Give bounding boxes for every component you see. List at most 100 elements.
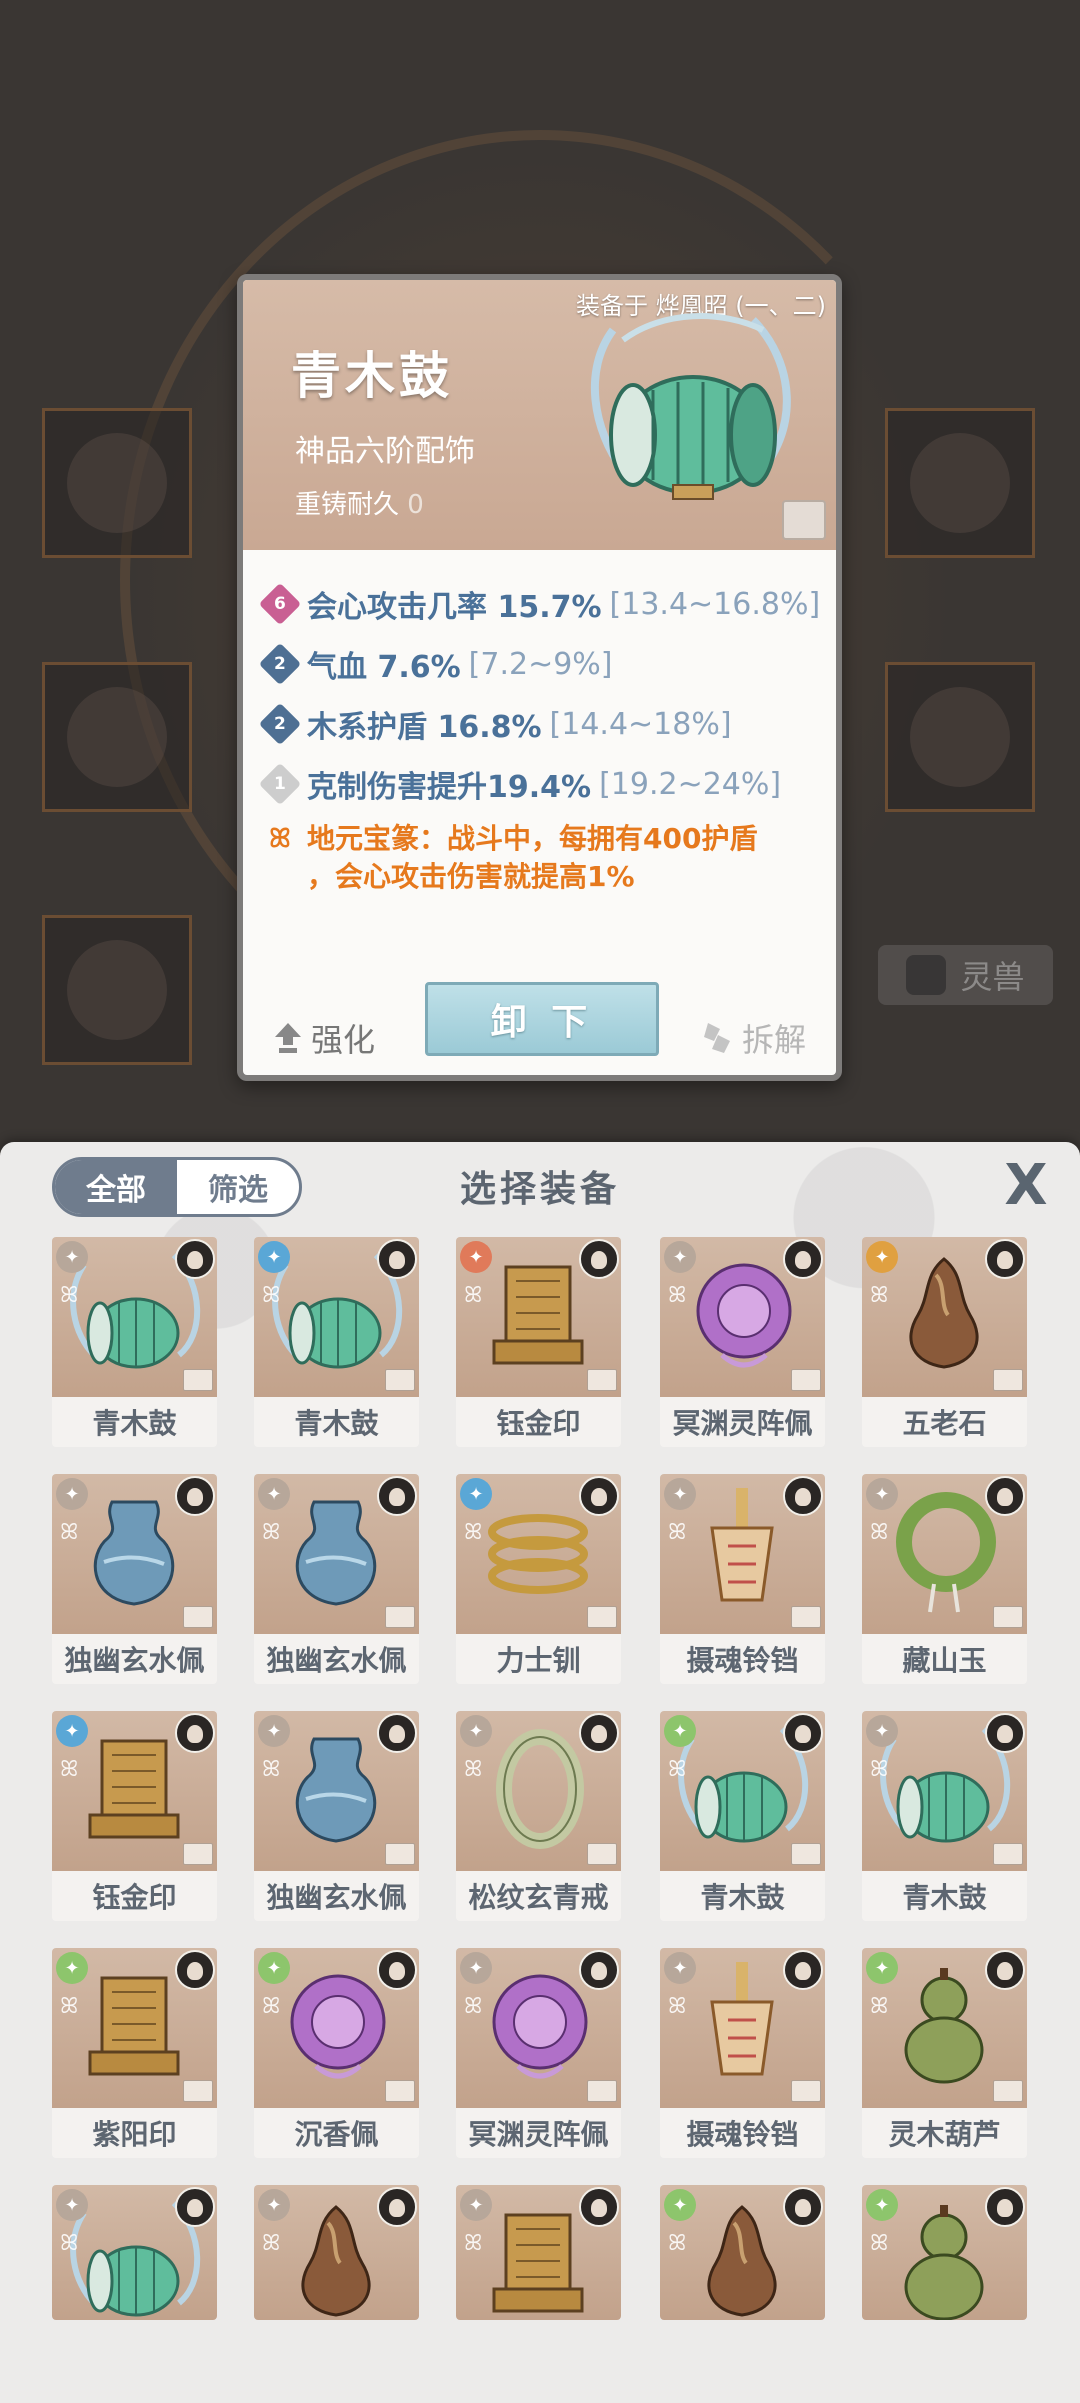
lock-icon [993,2080,1023,2102]
hero-avatar [175,1950,215,1990]
hero-avatar [783,1239,823,1279]
lock-icon [791,1369,821,1391]
equipment-tile[interactable]: ✦ ꕤ 紫阳印 [52,1948,217,2158]
rune-icon: ꕤ [60,1520,79,1545]
equipment-name: 青木鼓 [700,1881,785,1914]
attribute-text: 会心攻击几率 15.7% [307,590,602,625]
hero-avatar [783,1476,823,1516]
equip-slot-right-2 [885,662,1035,812]
rune-icon: ꕤ [262,2231,281,2256]
element-icon: ✦ [460,1478,492,1510]
equipment-tile[interactable]: ✦ ꕤ [456,2185,621,2320]
equipment-tile[interactable]: ✦ ꕤ 藏山玉 [862,1474,1027,1684]
beast-button-label: 灵兽 [960,958,1025,996]
rune-icon: ꕤ [60,2231,79,2256]
unequip-button[interactable]: 卸 下 [425,982,659,1056]
equipment-tile[interactable]: ✦ ꕤ 独幽玄水佩 [254,1474,419,1684]
level-badge-icon: 2 [258,642,302,686]
equipment-tile[interactable]: ✦ ꕤ 灵木葫芦 [862,1948,1027,2158]
select-equipment-panel: 全部 筛选 选择装备 X ✦ ꕤ 青木鼓 ✦ ꕤ 青木鼓 ✦ ꕤ 钰金印 ✦ ꕤ 冥渊灵阵佩 ✦ ꕤ 五老石… [0,1142,1080,2403]
attribute-range: [13.4~16.8%] [609,586,821,622]
element-icon: ✦ [258,1952,290,1984]
equipment-name: 独幽玄水佩 [266,1881,407,1914]
equipment-name: 独幽玄水佩 [64,1644,205,1677]
element-icon: ✦ [664,1478,696,1510]
equipment-tile[interactable]: ✦ ꕤ [862,2185,1027,2320]
equipment-name: 独幽玄水佩 [266,1644,407,1677]
lock-icon [385,2080,415,2102]
lock-icon [993,1843,1023,1865]
equipment-name: 灵木葫芦 [888,2118,1001,2151]
element-icon: ✦ [664,2189,696,2221]
durability-label: 重铸耐久 [295,490,400,520]
attribute-row: 1 克制伤害提升19.4% [19.2~24%] [258,754,825,814]
equipment-tile[interactable]: ✦ ꕤ 青木鼓 [52,1237,217,1447]
hero-avatar [377,1239,417,1279]
hero-avatar [579,1713,619,1753]
equipment-tile[interactable]: ✦ ꕤ 力士钏 [456,1474,621,1684]
equipment-tile[interactable]: ✦ ꕤ 青木鼓 [862,1711,1027,1921]
rune-icon: ꕤ [870,1520,889,1545]
equipment-name: 青木鼓 [294,1407,379,1440]
equipment-tile[interactable]: ✦ ꕤ 松纹玄青戒 [456,1711,621,1921]
equipment-tile[interactable]: ✦ ꕤ [254,2185,419,2320]
equipment-tile[interactable]: ✦ ꕤ 沉香佩 [254,1948,419,2158]
equip-slot-left-2 [42,662,192,812]
equipment-tile[interactable]: ✦ ꕤ 摄魂铃铛 [660,1948,825,2158]
lock-icon [587,1843,617,1865]
equipment-tile[interactable]: ✦ ꕤ 冥渊灵阵佩 [660,1237,825,1447]
rune-icon: ꕤ [464,2231,483,2256]
rune-icon: ꕤ [464,1994,483,2019]
lock-icon [993,1606,1023,1628]
equipment-tile[interactable]: ✦ ꕤ 钰金印 [456,1237,621,1447]
hero-avatar [377,1713,417,1753]
element-icon: ✦ [56,2189,88,2221]
element-icon: ✦ [56,1952,88,1984]
special-effect: ꕤ 地元宝篆：战斗中，每拥有400护盾 ，会心攻击伤害就提高1% [265,820,825,896]
element-icon: ✦ [866,1241,898,1273]
equipment-tile[interactable]: ✦ ꕤ 青木鼓 [660,1711,825,1921]
equipment-tile[interactable]: ✦ ꕤ 独幽玄水佩 [254,1711,419,1921]
equipment-tile[interactable]: ✦ ꕤ 摄魂铃铛 [660,1474,825,1684]
hero-avatar [783,1713,823,1753]
hero-avatar [175,1239,215,1279]
element-icon: ✦ [866,1478,898,1510]
equipment-tile[interactable]: ✦ ꕤ [660,2185,825,2320]
equipment-name: 冥渊灵阵佩 [672,1407,813,1440]
special-rune-icon: ꕤ [269,824,291,854]
lock-icon [791,1606,821,1628]
dismantle-button[interactable]: 拆解 [700,1015,806,1061]
attribute-range: [14.4~18%] [549,706,732,742]
attribute-row: 2 气血 7.6% [7.2~9%] [258,634,825,694]
element-icon: ✦ [664,1952,696,1984]
rune-icon: ꕤ [464,1283,483,1308]
close-button[interactable]: X [998,1158,1054,1214]
equipment-name: 松纹玄青戒 [468,1881,609,1914]
hero-avatar [783,1950,823,1990]
equipment-name: 沉香佩 [294,2118,379,2151]
rune-icon: ꕤ [464,1520,483,1545]
hero-avatar [985,1713,1025,1753]
attribute-list: 6 会心攻击几率 15.7% [13.4~16.8%] 2 气血 7.6% [7… [258,574,825,814]
element-icon: ✦ [664,1241,696,1273]
element-icon: ✦ [258,1241,290,1273]
strengthen-button[interactable]: 强化 [273,1015,375,1061]
lock-icon[interactable] [782,500,826,540]
equipment-tile[interactable]: ✦ ꕤ 独幽玄水佩 [52,1474,217,1684]
durability-value: 0 [407,490,424,520]
equipment-tile[interactable]: ✦ ꕤ 五老石 [862,1237,1027,1447]
rune-icon: ꕤ [60,1757,79,1782]
equipment-tile[interactable]: ✦ ꕤ 钰金印 [52,1711,217,1921]
equipment-name: 钰金印 [92,1881,177,1914]
level-badge-icon: 6 [258,582,302,626]
equipment-detail-card: 装备于 烨凰昭 (一、二) 青木鼓 神品六阶配饰 重铸耐久 0 6 会心攻击几率… [237,274,842,1081]
equipment-tile[interactable]: ✦ ꕤ 青木鼓 [254,1237,419,1447]
equipment-tile[interactable]: ✦ ꕤ 冥渊灵阵佩 [456,1948,621,2158]
rune-icon: ꕤ [262,1520,281,1545]
hero-avatar [175,1476,215,1516]
element-icon: ✦ [866,1952,898,1984]
equipment-tile[interactable]: ✦ ꕤ [52,2185,217,2320]
beast-button: 灵兽 [878,945,1053,1005]
element-icon: ✦ [460,2189,492,2221]
attribute-text: 气血 7.6% [307,650,461,685]
